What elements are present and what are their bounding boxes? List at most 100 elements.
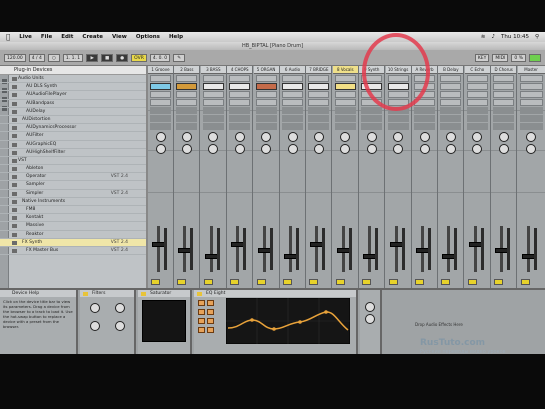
clock[interactable]: Thu 10:45 <box>501 34 529 40</box>
clip-slot[interactable] <box>150 75 171 82</box>
clip-slot[interactable] <box>255 91 277 98</box>
clip-slot[interactable] <box>440 83 462 90</box>
volume-fader-track[interactable] <box>315 226 319 272</box>
browser-item[interactable]: AUFilter <box>0 132 146 141</box>
track-title[interactable]: 8 Vocals <box>332 66 358 74</box>
pan-knob[interactable] <box>234 144 245 154</box>
track-title[interactable]: 5 ORGAN <box>253 66 279 74</box>
eq-display[interactable] <box>226 298 350 344</box>
clip-slot[interactable] <box>493 99 515 106</box>
eq-band-7[interactable] <box>207 318 214 324</box>
clip-slot[interactable] <box>308 99 330 106</box>
pan-knob[interactable] <box>208 144 219 154</box>
io-selector[interactable] <box>282 107 303 114</box>
eq-point[interactable] <box>298 320 302 324</box>
clip-slot[interactable] <box>282 83 303 90</box>
io-selector[interactable] <box>414 107 435 114</box>
browser-item[interactable]: Kontakt <box>0 214 146 223</box>
track-activator-button[interactable] <box>362 279 372 285</box>
clip-slot[interactable] <box>229 75 251 82</box>
track-activator-button[interactable] <box>441 279 451 285</box>
device-on-icon[interactable] <box>83 291 88 296</box>
eq-band-5[interactable] <box>207 300 214 306</box>
io-selector[interactable] <box>255 107 277 114</box>
browser-item[interactable]: Sampler <box>0 181 146 190</box>
clip-slot[interactable] <box>176 91 198 98</box>
clip-slot[interactable] <box>519 75 543 82</box>
track-title[interactable]: 3 BASS <box>200 66 226 74</box>
io-selector[interactable] <box>414 115 435 122</box>
pan-knob[interactable] <box>445 144 456 154</box>
io-selector[interactable] <box>229 107 251 114</box>
track-activator-button[interactable] <box>283 279 292 285</box>
io-selector[interactable] <box>334 107 356 114</box>
browser-item[interactable]: AUBandpass <box>0 100 146 108</box>
volume-fader-track[interactable] <box>368 226 372 272</box>
io-selector[interactable] <box>150 115 171 122</box>
knob-res[interactable] <box>114 303 125 313</box>
pan-knob[interactable] <box>366 144 377 154</box>
master-title[interactable]: Master <box>517 66 545 74</box>
io-selector[interactable] <box>519 123 543 130</box>
clip-slot[interactable] <box>150 83 171 90</box>
volume-fader-track[interactable] <box>236 226 240 272</box>
menu-file[interactable]: File <box>41 34 52 40</box>
clip-slot[interactable] <box>176 75 198 82</box>
clip-slot[interactable] <box>255 99 277 106</box>
track-activator-button[interactable] <box>256 279 266 285</box>
pan-knob[interactable] <box>287 144 298 154</box>
io-selector[interactable] <box>282 115 303 122</box>
return-title[interactable]: D Chorus <box>491 66 517 74</box>
volume-fader-track[interactable] <box>394 226 398 272</box>
send-knob[interactable] <box>393 132 404 142</box>
io-selector[interactable] <box>202 123 224 130</box>
io-selector[interactable] <box>387 115 409 122</box>
track-activator-button[interactable] <box>467 279 477 285</box>
eq-band-2[interactable] <box>198 309 205 315</box>
clip-slot[interactable] <box>519 91 543 98</box>
pencil-button[interactable]: ✎ <box>173 53 186 62</box>
knob-drywet[interactable] <box>114 321 125 331</box>
browser-item[interactable]: AU DLS Synth <box>0 83 146 92</box>
eq-point[interactable] <box>324 310 328 314</box>
send-knob[interactable] <box>313 132 324 142</box>
midi-map-button[interactable]: MIDI <box>492 53 509 62</box>
track-activator-button[interactable] <box>494 279 504 285</box>
clip-slot[interactable] <box>519 83 543 90</box>
pan-knob[interactable] <box>261 144 272 154</box>
io-selector[interactable] <box>493 107 515 114</box>
io-selector[interactable] <box>519 115 543 122</box>
volume-icon[interactable]: ♪ <box>492 34 496 40</box>
io-selector[interactable] <box>387 123 409 130</box>
send-knob[interactable] <box>445 132 456 142</box>
clip-slot[interactable] <box>440 75 462 82</box>
return-title[interactable]: B Delay <box>438 66 464 74</box>
clip-slot[interactable] <box>229 91 251 98</box>
send-knob[interactable] <box>208 132 219 142</box>
track-title[interactable]: 7 BRIDGE <box>306 66 332 74</box>
eq-band-8[interactable] <box>207 327 214 333</box>
pan-knob[interactable] <box>419 144 430 154</box>
io-selector[interactable] <box>519 107 543 114</box>
device-eq-eight[interactable]: EQ Eight <box>194 290 358 354</box>
io-selector[interactable] <box>150 107 171 114</box>
track-activator-button[interactable] <box>335 279 345 285</box>
browser-item[interactable]: Audio Units <box>0 75 146 84</box>
clip-slot[interactable] <box>308 91 330 98</box>
browser-item[interactable]: FM8 <box>0 206 146 215</box>
browser-item[interactable]: FX Master Bus VST 2.4 <box>0 247 146 256</box>
browser-item[interactable]: AUHighShelfFilter <box>0 149 146 157</box>
volume-fader-track[interactable] <box>447 226 451 272</box>
eq-point[interactable] <box>272 327 276 331</box>
send-knob[interactable] <box>287 132 298 142</box>
io-selector[interactable] <box>493 115 515 122</box>
knob-output[interactable] <box>365 314 375 324</box>
track-activator-button[interactable] <box>388 279 398 285</box>
return-title[interactable]: C Echo <box>464 66 490 74</box>
send-knob[interactable] <box>340 132 351 142</box>
clip-slot[interactable] <box>493 83 515 90</box>
signature-field[interactable]: 4 / 4 <box>28 53 45 62</box>
clip-slot[interactable] <box>202 91 224 98</box>
clip-slot[interactable] <box>334 99 356 106</box>
io-selector[interactable] <box>176 115 198 122</box>
